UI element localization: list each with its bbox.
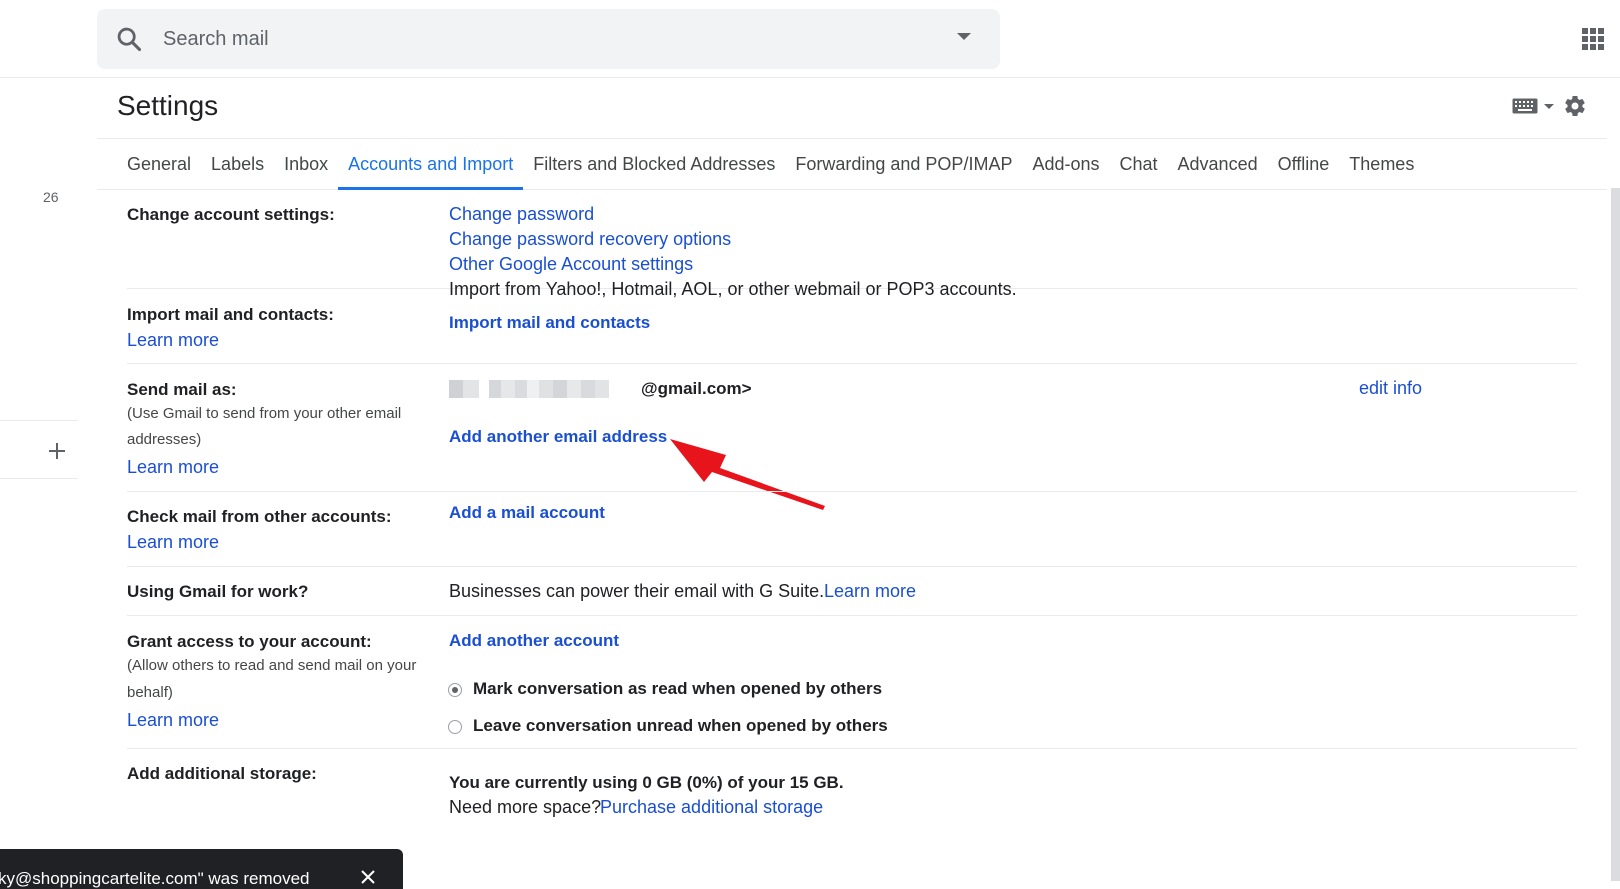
mark-as-read-option-label[interactable]: Mark conversation as read when opened by… xyxy=(473,679,882,699)
edit-info-link[interactable]: edit info xyxy=(1359,378,1422,399)
mark-as-read-radio[interactable] xyxy=(448,683,462,697)
settings-tabs: General Labels Inbox Accounts and Import… xyxy=(97,138,1607,190)
section-divider xyxy=(127,363,1577,364)
search-options-chevron-down-icon[interactable] xyxy=(957,33,971,40)
input-tools-chevron-down-icon[interactable] xyxy=(1544,104,1554,109)
change-password-recovery-link[interactable]: Change password recovery options xyxy=(449,229,731,250)
red-arrow-annotation-icon xyxy=(670,439,825,510)
section-divider xyxy=(127,566,1577,567)
add-mail-account-button[interactable]: Add a mail account xyxy=(449,503,605,523)
section-divider xyxy=(127,491,1577,492)
top-bar xyxy=(0,0,1620,78)
grant-access-label: Grant access to your account: xyxy=(127,632,372,651)
grant-access-description: (Allow others to read and send mail on y… xyxy=(127,657,417,674)
tab-add-ons[interactable]: Add-ons xyxy=(1022,139,1109,189)
need-more-space-text: Need more space? xyxy=(449,797,602,817)
gsuite-learn-more-link[interactable]: Learn more xyxy=(824,581,916,602)
section-divider xyxy=(127,748,1577,749)
gear-icon[interactable] xyxy=(1563,94,1587,118)
add-another-email-address-button[interactable]: Add another email address xyxy=(449,427,667,447)
import-mail-and-contacts-button[interactable]: Import mail and contacts xyxy=(449,313,650,333)
additional-storage-label: Add additional storage: xyxy=(127,764,317,783)
purchase-storage-link[interactable]: Purchase additional storage xyxy=(600,797,823,818)
toast-message: ky@shoppingcartelite.com" was removed xyxy=(0,869,310,888)
sidebar-divider xyxy=(0,478,78,479)
add-another-account-button[interactable]: Add another account xyxy=(449,631,619,651)
send-mail-as-label: Send mail as: xyxy=(127,380,237,399)
redacted-sender-name xyxy=(449,380,609,398)
search-icon[interactable] xyxy=(115,25,143,53)
tab-forwarding-and-pop-imap[interactable]: Forwarding and POP/IMAP xyxy=(785,139,1022,189)
close-icon[interactable] xyxy=(360,869,376,885)
tab-themes[interactable]: Themes xyxy=(1339,139,1424,189)
storage-usage-text: You are currently using 0 GB (0%) of you… xyxy=(449,773,844,792)
import-description: Import from Yahoo!, Hotmail, AOL, or oth… xyxy=(449,279,1017,299)
tab-accounts-and-import[interactable]: Accounts and Import xyxy=(338,139,524,190)
sidebar-divider xyxy=(0,420,78,421)
tab-filters-and-blocked-addresses[interactable]: Filters and Blocked Addresses xyxy=(523,139,785,189)
change-password-link[interactable]: Change password xyxy=(449,204,594,225)
google-apps-grid-icon[interactable] xyxy=(1582,28,1604,50)
tab-chat[interactable]: Chat xyxy=(1110,139,1168,189)
gsuite-description: Businesses can power their email with G … xyxy=(449,581,825,601)
section-divider xyxy=(127,615,1577,616)
check-mail-learn-more-link[interactable]: Learn more xyxy=(127,532,219,553)
keyboard-icon[interactable] xyxy=(1512,98,1538,114)
tab-advanced[interactable]: Advanced xyxy=(1168,139,1268,189)
send-mail-as-description-cont: addresses) xyxy=(127,431,202,448)
leave-unread-option-label[interactable]: Leave conversation unread when opened by… xyxy=(473,716,888,736)
change-account-settings-label: Change account settings: xyxy=(127,205,335,224)
tab-labels[interactable]: Labels xyxy=(201,139,274,189)
tab-offline[interactable]: Offline xyxy=(1268,139,1340,189)
grant-access-description-cont: behalf) xyxy=(127,684,173,701)
gmail-for-work-label: Using Gmail for work? xyxy=(127,582,309,601)
grant-access-learn-more-link[interactable]: Learn more xyxy=(127,710,219,731)
send-mail-as-description: (Use Gmail to send from your other email xyxy=(127,405,402,422)
sidebar-count: 26 xyxy=(43,189,59,205)
other-google-account-settings-link[interactable]: Other Google Account settings xyxy=(449,254,693,275)
tab-inbox[interactable]: Inbox xyxy=(274,139,338,189)
check-mail-label: Check mail from other accounts: xyxy=(127,507,392,526)
sender-email-address: @gmail.com> xyxy=(641,379,752,398)
notification-toast: ky@shoppingcartelite.com" was removed xyxy=(0,849,403,889)
page-title: Settings xyxy=(117,90,219,121)
search-input[interactable] xyxy=(163,21,923,57)
leave-unread-radio[interactable] xyxy=(448,720,462,734)
import-mail-label: Import mail and contacts: xyxy=(127,305,334,324)
send-as-learn-more-link[interactable]: Learn more xyxy=(127,457,219,478)
import-learn-more-link[interactable]: Learn more xyxy=(127,330,219,351)
plus-icon[interactable] xyxy=(47,441,67,461)
search-box[interactable] xyxy=(97,9,1000,69)
tab-general[interactable]: General xyxy=(97,139,201,189)
scrollbar[interactable] xyxy=(1611,188,1620,881)
